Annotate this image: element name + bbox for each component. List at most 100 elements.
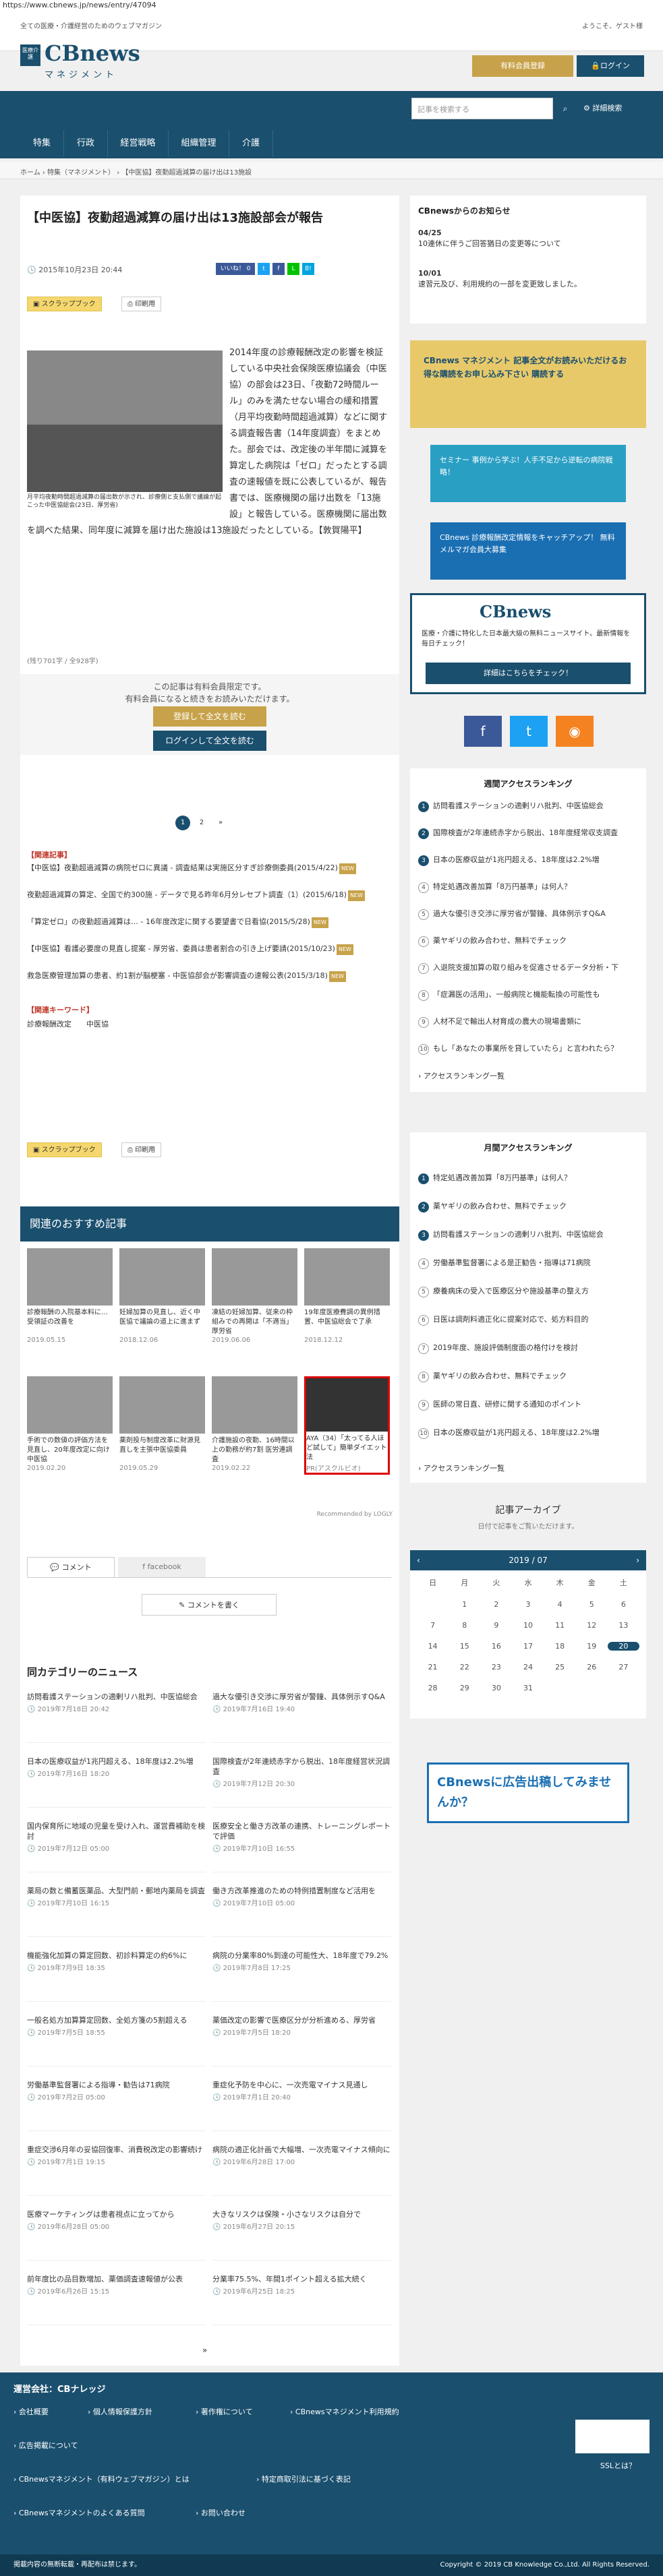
keyword-link[interactable]: 中医協 [86,1020,109,1029]
footer-link[interactable]: › 個人情報保護方針 [88,2406,152,2417]
calendar-day[interactable]: 25 [544,1663,576,1672]
related-item[interactable]: 【中医協】看護必要度の見直し提案 - 厚労省、委員は患者割合の引き上げ要請(20… [27,944,391,955]
chevron-left-icon[interactable]: ‹ [417,1550,420,1570]
related-item[interactable]: 救急医療管理加算の患者、約1割が脳梗塞 - 中医協部会が影響調査の速報公表(20… [27,971,391,982]
search-input[interactable]: 記事を検索する [411,98,553,119]
recommend-card[interactable]: 薬剤投与制度改革に財源見直しを主張中医協委員 2019.05.29 [119,1376,205,1475]
calendar-day[interactable]: 6 [608,1600,639,1609]
twitter-share-button[interactable]: t [258,263,270,275]
category-item[interactable]: 国際検査が2年連続赤字から脱出、18年度経営状況調査 🕓 2019年7月12日 2… [212,1756,391,1808]
facebook-icon[interactable]: f [464,716,502,747]
ranking-item[interactable]: 3 日本の医療収益が1兆円超える、18年度は2.2%増 [418,855,637,866]
search-button[interactable]: ⌕ [554,98,576,119]
calendar-day[interactable]: 16 [480,1642,512,1651]
calendar-day[interactable]: 5 [576,1600,608,1609]
ranking-item[interactable]: 5 療養病床の受入で医療区分や施設基準の整え方 [418,1286,637,1297]
breadcrumb[interactable]: ホーム › 特集（マネジメント） › 【中医協】夜勤超過減算の届け出は13施設 [0,162,663,179]
nav-item-special[interactable]: 特集 [20,130,64,157]
nav-item-care[interactable]: 介護 [229,130,273,157]
category-item[interactable]: 機能強化加算の算定回数、初診料算定の約6%に 🕓 2019年7月9日 18:35 [27,1951,206,2002]
calendar-day[interactable]: 11 [544,1621,576,1630]
calendar-day[interactable]: 19 [576,1642,608,1651]
twitter-icon[interactable]: t [510,716,548,747]
recommend-card-pr[interactable]: AYA（34）「太ってる人ほど試して」簡単ダイエット法 PR(アスクルビオ) [304,1376,390,1475]
line-share-button[interactable]: L [287,263,299,275]
category-item[interactable]: 大きなリスクは保険・小さなリスクは自分で 🕓 2019年6月27日 20:15 [212,2209,391,2261]
category-item[interactable]: 前年度比の品目数増加、薬価調査速報値が公表 🕓 2019年6月26日 15:15 [27,2274,206,2325]
footer-link[interactable]: › CBnewsマネジメントのよくある質問 [13,2507,145,2518]
register-button[interactable]: 有料会員登録 [472,55,573,77]
calendar-day[interactable]: 7 [417,1621,449,1630]
category-item[interactable]: 一般名処方加算算定回数、全処方箋の5割超える 🕓 2019年7月5日 18:55 [27,2015,206,2066]
ranking-more-link[interactable]: › アクセスランキング一覧 [418,1070,505,1081]
trial-read-button[interactable]: 登録して全文を読む [153,706,266,727]
calendar-day[interactable]: 9 [480,1621,512,1630]
footer-link[interactable]: › 著作権について [196,2406,253,2417]
category-more[interactable]: » [202,2345,207,2355]
nav-item-admin[interactable]: 行政 [64,130,108,157]
category-item[interactable]: 病院の適正化計画で大幅増、一次売電マイナス傾向に 🕓 2019年6月28日 17:… [212,2145,391,2196]
ranking-item[interactable]: 2 薬ヤギリの飲み合わせ、無料でチェック [418,1201,637,1213]
category-item[interactable]: 医療マーケティングは患者視点に立ってから 🕓 2019年6月28日 05:00 [27,2209,206,2261]
nav-item-organization[interactable]: 組織管理 [169,130,229,157]
cbnews-banner-button[interactable]: 詳細はこちらをチェック！ [426,663,631,684]
ranking-item[interactable]: 8 「症漏医の活用」、一般病院と機能転換の可能性も [418,989,637,1001]
footer-link[interactable]: › 広告掲載について [13,2440,78,2451]
geotrust-seal[interactable] [575,2420,650,2453]
scrapbook-button[interactable]: ▣ スクラップブック [27,297,102,311]
ranking-item[interactable]: 3 訪問看護ステーションの適剰リハ批判、中医協総会 [418,1229,637,1241]
category-item[interactable]: 薬局の数と備蓄医薬品、大型門前・郵地内薬局を調査 🕓 2019年7月10日 16:… [27,1886,206,1937]
category-item[interactable]: 働き方改革推進のための特例措置制度など活用を 🕓 2019年7月10日 05:00 [212,1886,391,1937]
calendar-day[interactable]: 23 [480,1663,512,1672]
category-item[interactable]: 訪問看護ステーションの適剰リハ批判、中医協総会 🕓 2019年7月18日 20:4… [27,1692,206,1743]
calendar-day[interactable]: 13 [608,1621,639,1630]
calendar-day[interactable]: 2 [480,1600,512,1609]
ad-banner[interactable]: CBnewsに広告出稿してみませんか？ [427,1762,629,1823]
tab-facebook[interactable]: f facebook [118,1557,206,1577]
ranking-item[interactable]: 4 特定処遇改善加算「8万円基準」は何人？ [418,882,637,893]
rss-icon[interactable]: ◉ [556,716,594,747]
calendar-day[interactable] [417,1600,449,1609]
footer-link[interactable]: › お問い合わせ [196,2507,246,2518]
calendar-day[interactable]: 27 [608,1663,639,1672]
facebook-share-button[interactable]: f [272,263,285,275]
footer-link[interactable]: › 会社概要 [13,2406,49,2417]
calendar-day[interactable]: 24 [512,1663,544,1672]
login-read-button[interactable]: ログインして全文を読む [153,731,266,751]
category-item[interactable]: 国内保育所に地域の児童を受け入れ、運営費補助を検討 🕓 2019年7月12日 05… [27,1821,206,1872]
ssl-link[interactable]: SSLとは？ [600,2460,636,2471]
site-logo[interactable]: 医療介護 CBnews マネジメント [20,34,148,81]
recommend-card[interactable]: 19年度医療費調の異例措置、中医協総会で了承 2018.12.12 [304,1248,390,1344]
calendar-day[interactable]: 18 [544,1642,576,1651]
login-button[interactable]: 🔒ログイン [577,55,644,77]
category-item[interactable]: 重症化予防を中心に、一次売電マイナス見通し 🕓 2019年7月1日 20:40 [212,2080,391,2131]
category-item[interactable]: 日本の医療収益が1兆円超える、18年度は2.2%増 🕓 2019年7月16日 18… [27,1756,206,1808]
ranking-item[interactable]: 6 薬ヤギリの飲み合わせ、無料でチェック [418,936,637,947]
category-item[interactable]: 病院の分業率80%到達の可能性大、18年度で79.2% 🕓 2019年7月8日 1… [212,1951,391,2002]
calendar-day[interactable]: 21 [417,1663,449,1672]
tab-comment[interactable]: 💬 コメント [27,1557,115,1577]
cbnews-banner[interactable]: CBnews 医療・介護に特化した日本最大級の無料ニュースサイト。最新情報を毎日… [410,593,646,694]
page-next[interactable]: » [213,816,228,830]
hatena-share-button[interactable]: B! [302,263,314,275]
category-item[interactable]: 分業率75.5%、年間1ポイント超える拡大続く 🕓 2019年6月25日 18:2… [212,2274,391,2325]
powered-by[interactable]: Recommended by LOGLY [317,1511,393,1518]
ranking-item[interactable]: 7 入退院支援加算の取り組みを促進させるデータ分析・下 [418,962,637,974]
footer-link[interactable]: › 特定商取引法に基づく表記 [256,2474,351,2484]
calendar-day[interactable]: 12 [576,1621,608,1630]
ranking-item[interactable]: 1 特定処遇改善加算「8万円基準」は何人？ [418,1173,637,1184]
calendar-day[interactable]: 29 [449,1684,480,1692]
mailmag-banner[interactable]: CBnews 診療報酬改定情報をキャッチアップ！ 無料 メルマガ会員大募集 [430,522,626,580]
calendar-day[interactable]: 10 [512,1621,544,1630]
calendar-day[interactable] [576,1684,608,1692]
calendar-day[interactable]: 3 [512,1600,544,1609]
ranking-item[interactable]: 8 薬ヤギリの飲み合わせ、無料でチェック [418,1371,637,1382]
related-item[interactable]: 夜勤超過減算の算定、全国で約300施 - データで見る昨年6月分レセプト調査（1… [27,890,391,901]
calendar-day[interactable] [544,1684,576,1692]
calendar-day[interactable]: 26 [576,1663,608,1672]
ranking-item[interactable]: 10 日本の医療収益が1兆円超える、18年度は2.2%増 [418,1428,637,1439]
calendar-day[interactable]: 30 [480,1684,512,1692]
calendar-day[interactable]: 31 [512,1684,544,1692]
ranking-item[interactable]: 9 医師の常日直、研修に関する通知のポイント [418,1399,637,1411]
write-comment-button[interactable]: ✎ コメントを書く [142,1594,277,1616]
